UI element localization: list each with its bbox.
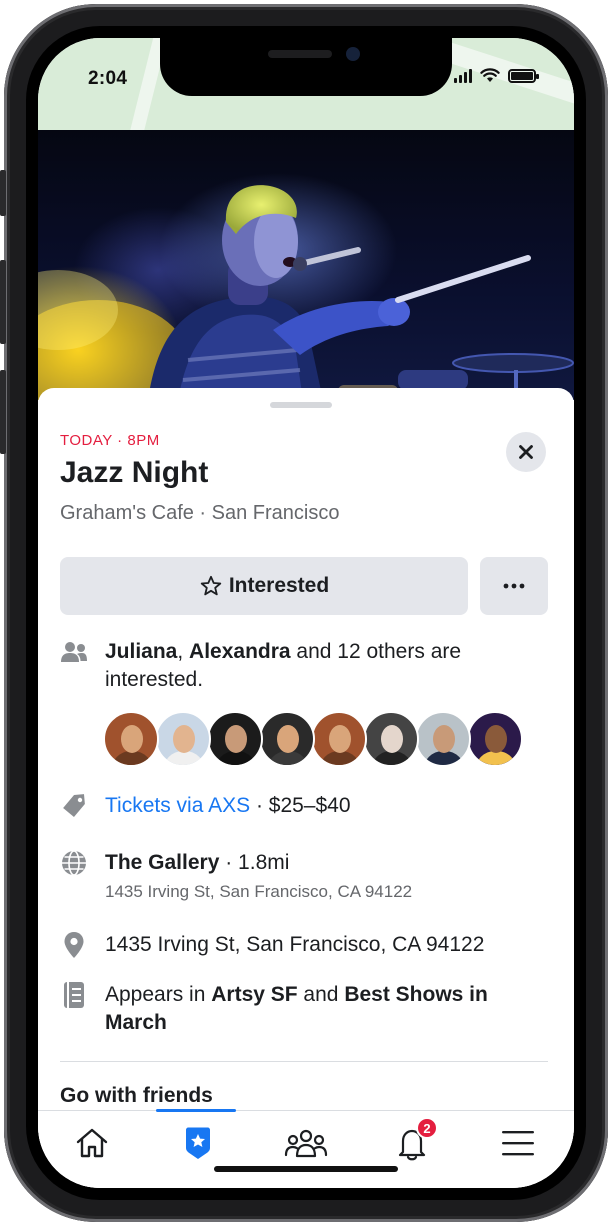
interested-button[interactable]: Interested [60,557,468,615]
event-subtitle: Graham's Cafe · San Francisco [60,502,340,524]
cellular-signal-icon [454,68,472,83]
ticket-icon [60,792,88,820]
status-bar: 2:04 [38,38,574,138]
wifi-icon [480,68,500,82]
list-icon [60,981,88,1009]
friend-name-1[interactable]: Juliana [105,640,177,663]
venue-distance: · 1.8mi [219,851,290,874]
earpiece [268,50,332,58]
tab-home[interactable] [62,1121,122,1165]
avatar-7[interactable] [415,711,471,767]
tab-events[interactable] [168,1121,228,1165]
active-tab-indicator [156,1109,236,1112]
people-icon [60,638,88,666]
appears-in-row: Appears in Artsy SF and Best Shows in Ma… [105,983,488,1034]
screen: 2:04 TODAY · 8PM Jazz Night Graham's Caf… [38,38,574,1188]
drummer-photo [38,185,574,400]
star-outline-icon [200,575,222,596]
phone-bezel: 2:04 TODAY · 8PM Jazz Night Graham's Caf… [26,26,586,1200]
battery-icon [508,68,539,83]
venue-name[interactable]: The Gallery [105,851,219,874]
avatar-6[interactable] [363,711,419,767]
venue-row[interactable]: The Gallery · 1.8mi [105,849,555,877]
go-with-friends-heading: Go with friends [60,1084,213,1107]
volume-down-button [0,370,6,454]
tickets-row: Tickets via AXS · $25–$40 [105,792,555,820]
tab-notifications[interactable]: 2 [382,1117,442,1165]
list-artsy-sf[interactable]: Artsy SF [211,983,297,1006]
location-address[interactable]: 1435 Irving St, San Francisco, CA 94122 [105,931,555,959]
home-indicator[interactable] [214,1166,398,1172]
interested-label: Interested [228,574,330,597]
avatar-3[interactable] [207,711,263,767]
close-button[interactable] [506,432,546,472]
ticket-price: · $25–$40 [250,794,351,817]
hamburger-menu-icon [502,1131,534,1156]
more-options-button[interactable] [480,557,548,615]
divider [60,1061,548,1062]
location-pin-icon [60,931,88,959]
more-dots-icon [503,583,525,589]
event-date-time: TODAY · 8PM [60,432,160,449]
avatar-5[interactable] [311,711,367,767]
notch [160,38,452,96]
mute-switch [0,170,6,216]
event-details-sheet: TODAY · 8PM Jazz Night Graham's Cafe · S… [38,388,574,1188]
avatar-8[interactable] [467,711,523,767]
home-icon [76,1128,108,1158]
globe-icon [60,849,88,877]
tab-menu[interactable] [488,1121,548,1165]
avatar-4[interactable] [259,711,315,767]
tab-bar: 2 [38,1109,574,1188]
system-icons [454,68,539,83]
interested-avatars[interactable] [103,711,523,767]
status-time: 2:04 [88,68,128,89]
events-star-badge-icon [186,1127,210,1159]
friend-name-2[interactable]: Alexandra [189,640,291,663]
venue-address: 1435 Irving St, San Francisco, CA 94122 [105,882,413,901]
avatar-2[interactable] [155,711,211,767]
phone-frame: 2:04 TODAY · 8PM Jazz Night Graham's Caf… [0,4,608,1222]
close-icon [519,445,533,459]
event-title: Jazz Night [60,456,209,489]
front-camera [346,47,360,61]
tab-groups[interactable] [276,1121,336,1165]
volume-up-button [0,260,6,344]
event-cover-photo [38,130,574,400]
notification-badge: 2 [416,1117,438,1139]
tickets-link[interactable]: Tickets via AXS [105,794,250,817]
avatar-1[interactable] [103,711,159,767]
groups-icon [284,1129,328,1158]
sheet-grabber[interactable] [270,402,332,408]
interested-summary[interactable]: Juliana, Alexandra and 12 others are int… [105,638,555,694]
